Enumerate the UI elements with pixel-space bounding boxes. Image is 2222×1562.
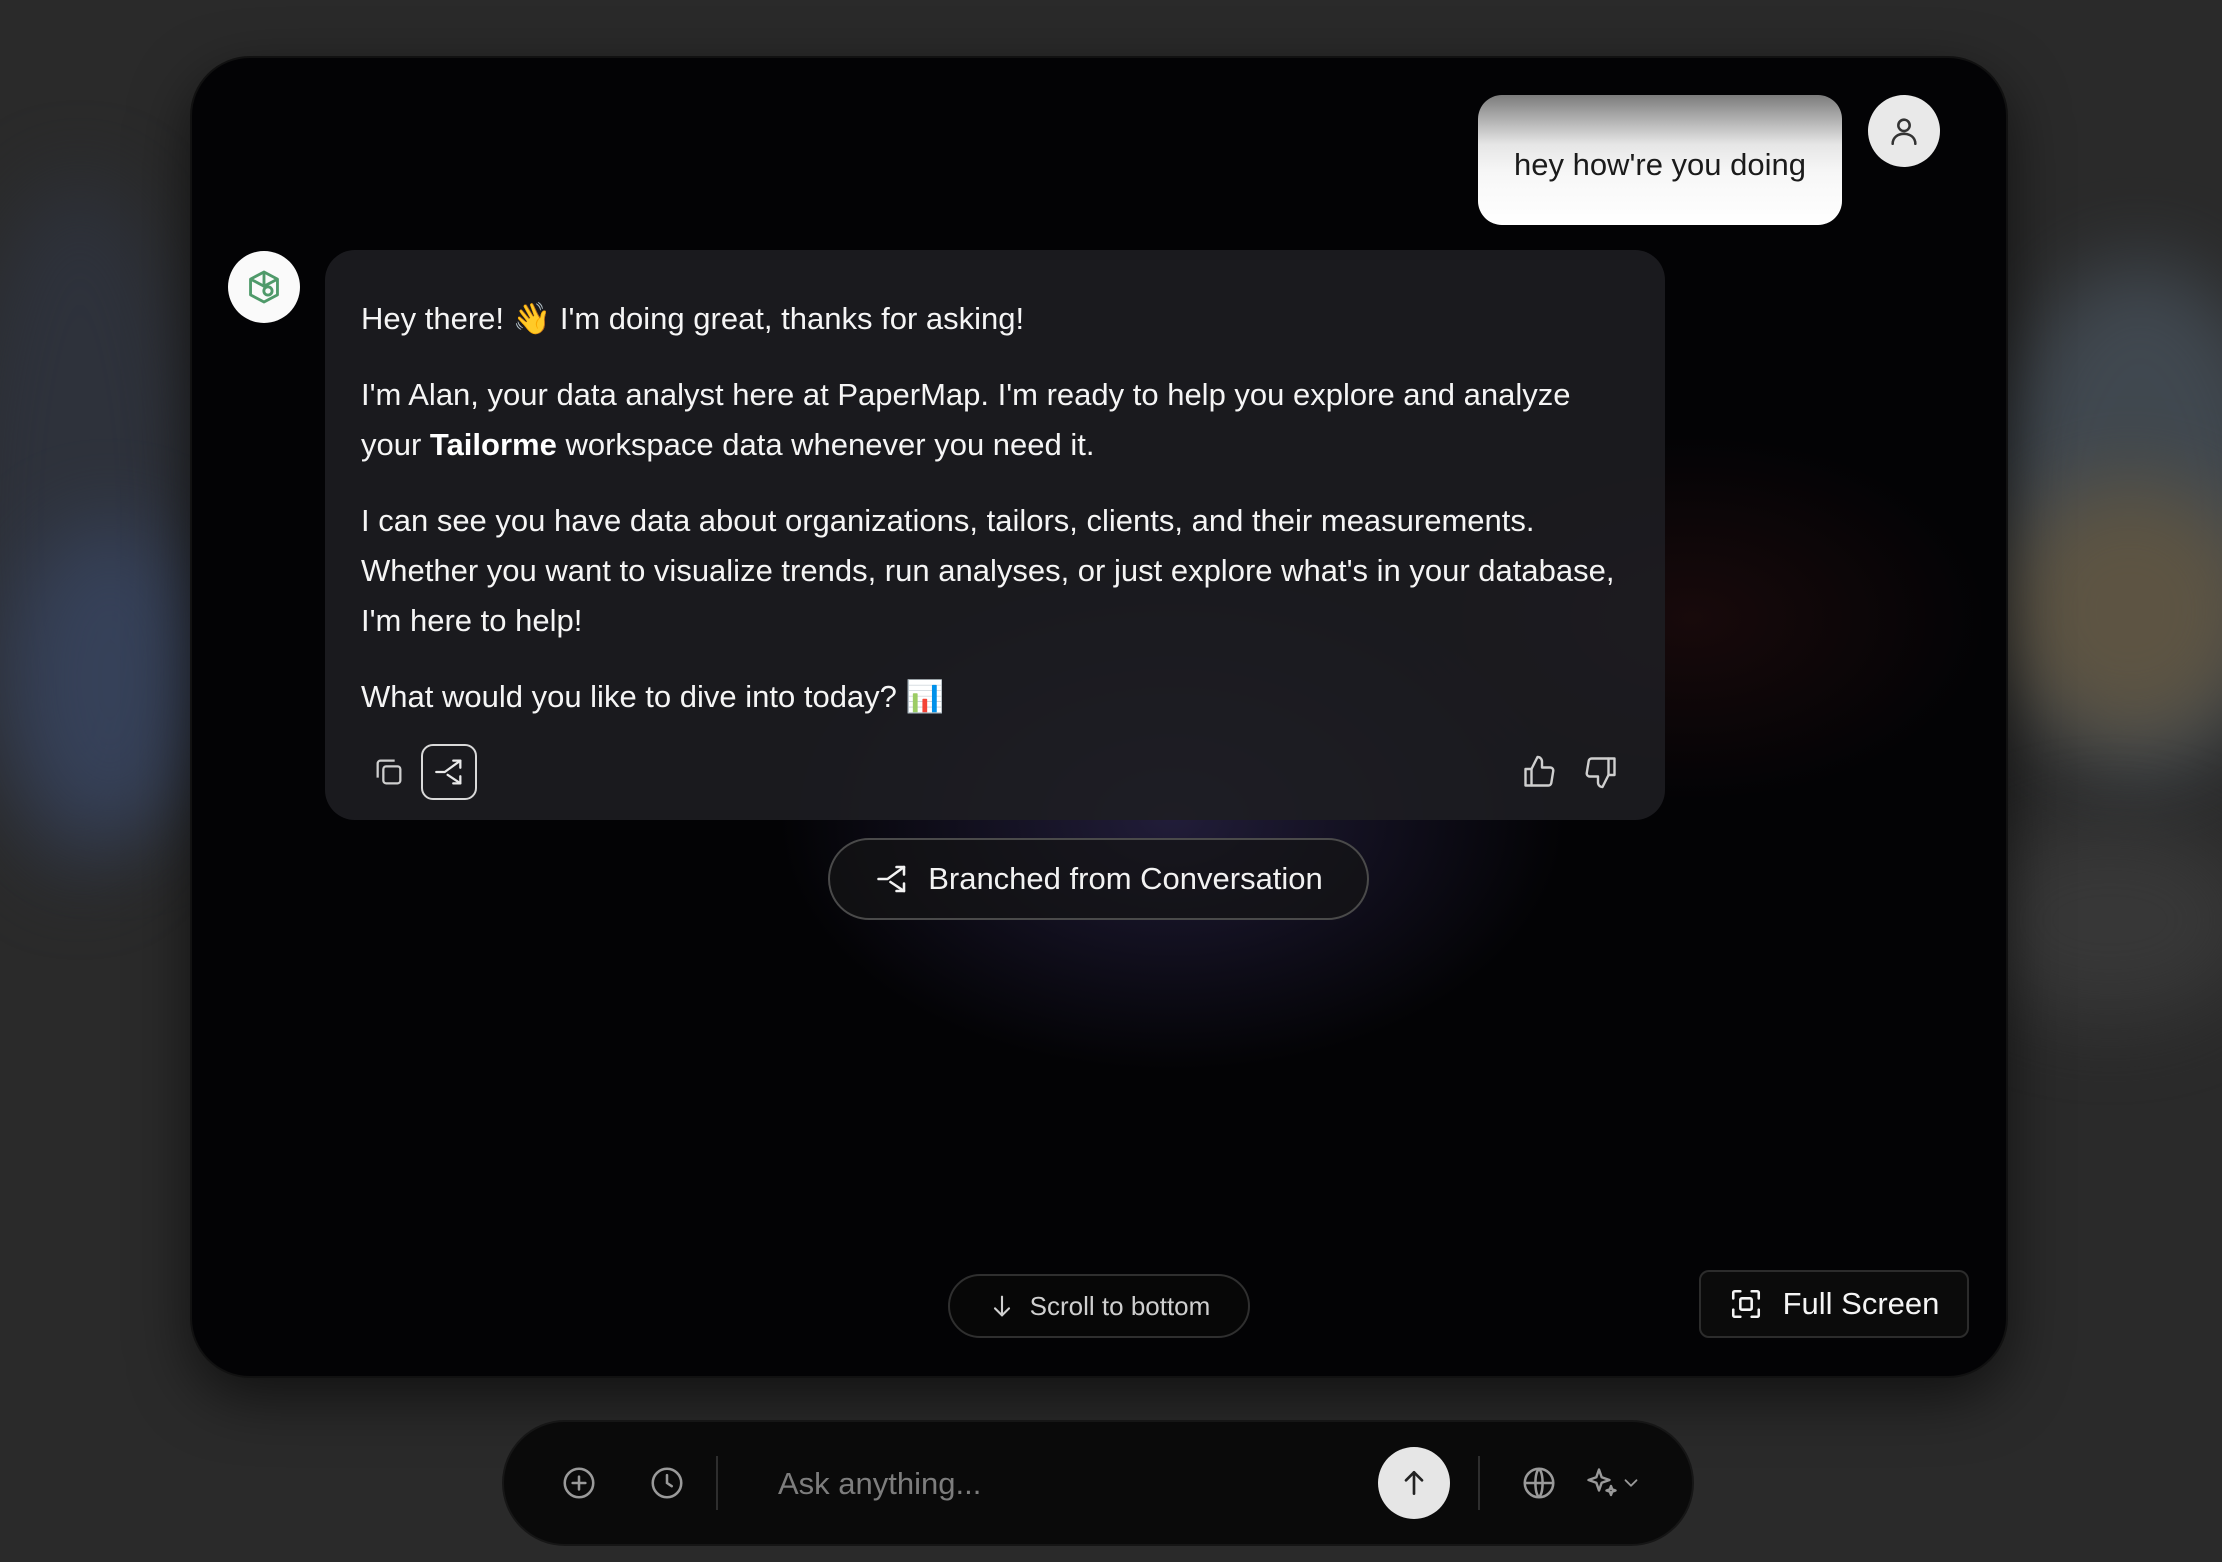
composer-divider	[1478, 1456, 1480, 1510]
branched-from-conversation-button[interactable]: Branched from Conversation	[828, 838, 1369, 920]
thumbs-up-button[interactable]	[1511, 744, 1567, 800]
arrow-down-icon	[993, 1295, 1010, 1317]
thumbs-down-button[interactable]	[1573, 744, 1629, 800]
user-avatar[interactable]	[1868, 95, 1940, 167]
workspace-name: Tailorme	[429, 427, 557, 462]
plus-circle-icon	[563, 1467, 595, 1499]
copy-button[interactable]	[361, 744, 417, 800]
chat-input[interactable]	[776, 1452, 1340, 1516]
assistant-paragraph-2: I'm Alan, your data analyst here at Pape…	[361, 370, 1629, 470]
user-message-text: hey how're you doing	[1513, 147, 1806, 182]
full-screen-button[interactable]: Full Screen	[1699, 1270, 1969, 1338]
message-composer	[504, 1422, 1692, 1544]
assistant-text: workspace data whenever you need it.	[556, 427, 1095, 462]
thumbs-up-icon	[1524, 755, 1555, 787]
assistant-avatar	[228, 251, 300, 323]
chevron-down-icon	[1624, 1479, 1638, 1487]
thumbs-down-icon	[1585, 757, 1616, 789]
full-screen-label: Full Screen	[1782, 1286, 1940, 1321]
branch-icon	[877, 865, 906, 893]
background-blur	[10, 520, 210, 840]
attach-button[interactable]	[552, 1456, 606, 1510]
globe-icon	[1523, 1467, 1555, 1499]
assistant-logo-icon	[249, 270, 279, 304]
model-selector[interactable]	[1584, 1456, 1654, 1510]
copy-icon	[376, 759, 402, 785]
assistant-paragraph-1: Hey there! 👋 I'm doing great, thanks for…	[361, 301, 1025, 336]
history-button[interactable]	[640, 1456, 694, 1510]
message-actions	[361, 744, 1629, 800]
user-message-row: hey how're you doing	[1477, 95, 1940, 225]
assistant-paragraph-4: What would you like to dive into today? …	[361, 679, 945, 714]
assistant-paragraph-3: I can see you have data about organizati…	[361, 503, 1615, 638]
web-search-button[interactable]	[1512, 1456, 1566, 1510]
fullscreen-icon	[1731, 1289, 1760, 1319]
scroll-label: Scroll to bottom	[1029, 1290, 1211, 1321]
branch-icon	[435, 759, 462, 785]
assistant-message-bubble: Hey there! 👋 I'm doing great, thanks for…	[325, 250, 1665, 820]
user-icon	[1891, 118, 1917, 146]
branch-pill-label: Branched from Conversation	[928, 861, 1323, 896]
send-arrow-icon	[1404, 1471, 1424, 1495]
branch-button[interactable]	[421, 744, 477, 800]
composer-divider	[716, 1456, 718, 1510]
sparkle-icon	[1587, 1468, 1617, 1497]
scroll-to-bottom-button[interactable]: Scroll to bottom	[948, 1274, 1250, 1338]
chat-panel: hey how're you doing Hey there! 👋 I'm do…	[192, 58, 2006, 1376]
clock-icon	[651, 1467, 683, 1499]
user-message-bubble: hey how're you doing	[1477, 95, 1842, 225]
send-button[interactable]	[1378, 1447, 1450, 1519]
